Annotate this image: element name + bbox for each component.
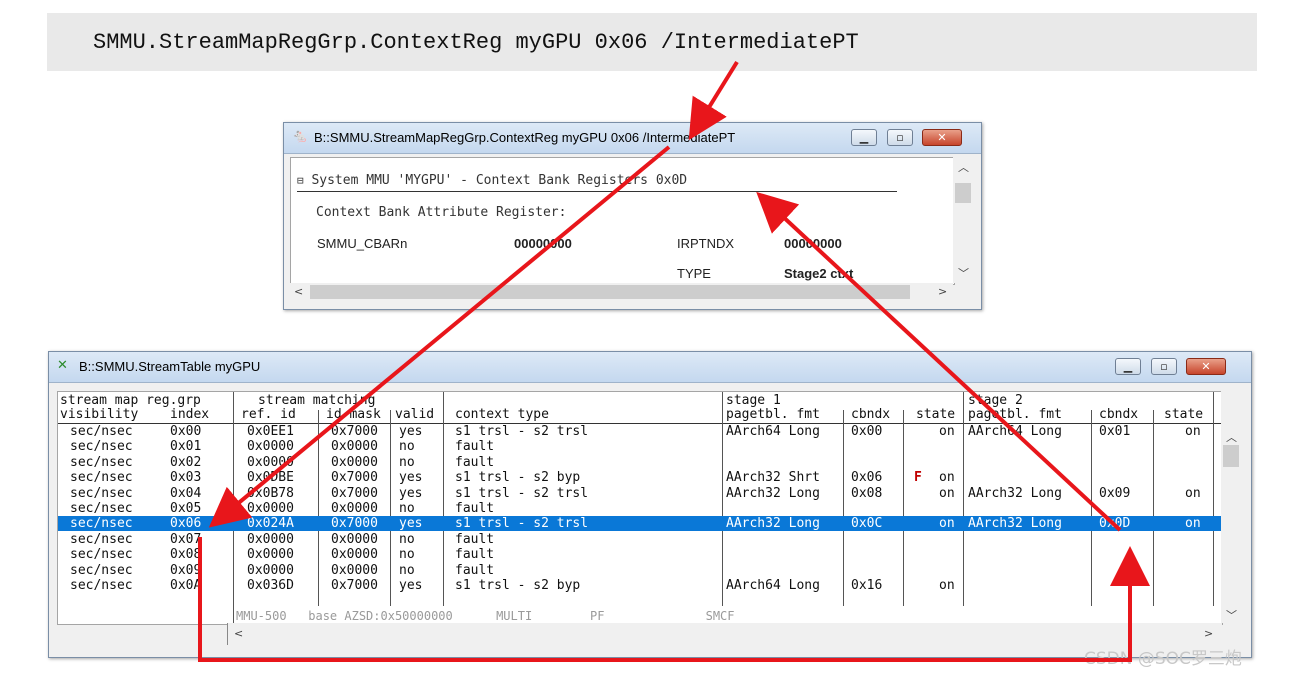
arrow-row-to-cbndx [198, 537, 1150, 662]
arrow-command-to-window [688, 60, 739, 141]
annotation-arrows [198, 60, 1150, 662]
arrow-index-to-row [208, 145, 671, 528]
arrow-cbndx-to-context [756, 191, 1122, 532]
